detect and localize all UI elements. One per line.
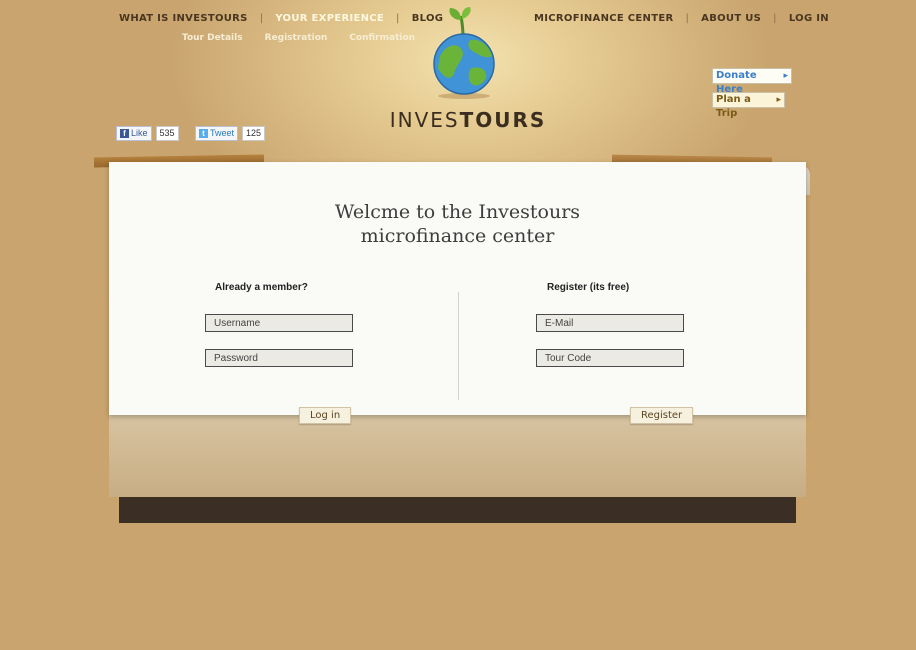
main-nav-right: MICROFINANCE CENTER | ABOUT US | LOG IN (534, 13, 829, 24)
donate-here-button[interactable]: Donate Here (712, 68, 792, 95)
facebook-like-widget: f Like 535 (116, 125, 179, 141)
login-register-card: Welcme to the Investours microfinance ce… (109, 162, 806, 415)
tweet-widget: t Tweet 125 (195, 125, 266, 141)
twitter-bird-icon: t (199, 128, 208, 138)
password-input[interactable] (205, 349, 353, 367)
nav-log-in[interactable]: LOG IN (789, 13, 829, 24)
nav-separator: | (685, 13, 690, 24)
logo-wordmark[interactable]: INVESTOURS (388, 108, 548, 132)
nav-microfinance-center[interactable]: MICROFINANCE CENTER (534, 13, 673, 24)
tweet-count: 125 (242, 125, 266, 141)
username-input[interactable] (205, 314, 353, 332)
facebook-like-button[interactable]: f Like (116, 125, 152, 141)
welcome-title-line2: microfinance center (360, 225, 555, 247)
subnav-registration[interactable]: Registration (265, 33, 328, 43)
globe-sprout-logo-icon[interactable] (426, 4, 502, 100)
subnav-confirmation[interactable]: Confirmation (349, 33, 415, 43)
register-button[interactable]: Register (630, 407, 694, 424)
nav-about-us[interactable]: ABOUT US (701, 13, 761, 24)
facebook-icon: f (120, 128, 129, 138)
nav-separator: | (773, 13, 777, 24)
tour-code-input[interactable] (536, 349, 684, 367)
register-heading: Register (its free) (547, 282, 630, 293)
like-label: Like (131, 127, 148, 138)
email-input[interactable] (536, 314, 684, 332)
login-heading: Already a member? (215, 282, 308, 293)
card-bottom-panel (109, 413, 806, 497)
tweet-button[interactable]: t Tweet (195, 125, 239, 141)
welcome-title-line1: Welcme to the Investours (334, 201, 581, 223)
logo-text-bold: TOURS (459, 108, 547, 132)
sub-nav: Tour Details Registration Confirmation (182, 33, 437, 43)
welcome-title: Welcme to the Investours microfinance ce… (109, 200, 806, 248)
plan-a-trip-button[interactable]: Plan a Trip (712, 92, 785, 119)
nav-your-experience[interactable]: YOUR EXPERIENCE (275, 13, 384, 24)
main-nav-left: WHAT IS INVESTOURS | YOUR EXPERIENCE | BLOG (119, 13, 443, 24)
login-button[interactable]: Log in (299, 407, 352, 424)
nav-what-is-investours[interactable]: WHAT IS INVESTOURS (119, 13, 248, 24)
logo-text-light: INVES (389, 108, 460, 132)
nav-separator: | (259, 13, 264, 24)
nav-separator: | (396, 13, 400, 24)
subnav-tour-details[interactable]: Tour Details (182, 33, 243, 43)
column-divider (458, 292, 459, 400)
tweet-label: Tweet (210, 127, 235, 138)
like-count: 535 (155, 125, 179, 141)
